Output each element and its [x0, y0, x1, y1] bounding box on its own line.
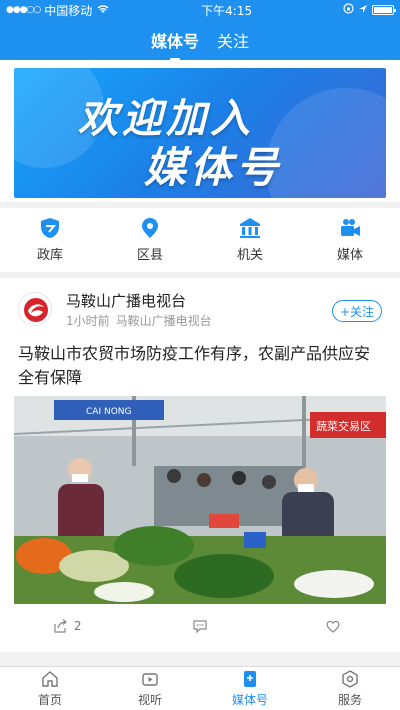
location-pin-icon [142, 218, 158, 238]
category-label: 区县 [136, 248, 163, 263]
status-bar: ●●●○○ 中国移动 下午4:15 [0, 0, 400, 20]
bottom-tab-label: 视听 [137, 693, 162, 707]
share-icon [54, 619, 67, 633]
battery-icon [371, 5, 396, 15]
carrier-name: 中国移动 [44, 3, 93, 18]
category-nav: 政库 区县 机关 媒体 [0, 208, 400, 272]
media-account-icon [244, 671, 256, 687]
comment-button[interactable] [133, 618, 266, 634]
tv-icon [142, 673, 158, 686]
tab-follow[interactable]: 关注 [217, 28, 249, 58]
category-item-policy[interactable]: 政库 [0, 208, 100, 272]
post-actions: 2 [0, 612, 400, 640]
feed-card[interactable]: 马鞍山广播电视台 1小时前 马鞍山广播电视台 +关注 马鞍山市农贸市场防疫工作有序… [0, 278, 400, 652]
category-label: 机关 [236, 248, 263, 263]
heart-icon [326, 620, 340, 633]
banner-section: 欢迎加入 媒体号 [0, 60, 400, 202]
category-label: 政库 [36, 248, 63, 263]
author-name[interactable]: 马鞍山广播电视台 [66, 290, 186, 311]
bottom-tab-label: 服务 [337, 693, 362, 707]
bottom-tab-service[interactable]: 服务 [300, 667, 400, 710]
banner-decoration [266, 88, 386, 198]
category-label: 媒体 [336, 248, 363, 263]
location-arrow-icon [358, 3, 368, 17]
share-button[interactable]: 2 [0, 618, 133, 634]
share-count: 2 [73, 619, 82, 633]
home-icon [42, 671, 58, 687]
signal-icon: ●●●○○ [6, 5, 41, 15]
category-item-agency[interactable]: 机关 [200, 208, 300, 272]
follow-button[interactable]: +关注 [332, 300, 382, 322]
top-header: ●●●○○ 中国移动 下午4:15 媒体号 关注 [0, 0, 400, 61]
video-camera-icon [341, 219, 360, 236]
banner-line-2: 媒体号 [144, 143, 283, 192]
post-headline[interactable]: 马鞍山市农贸市场防疫工作有序，农副产品供应安全有保障 [18, 342, 382, 390]
category-item-media[interactable]: 媒体 [300, 208, 400, 272]
post-meta: 1小时前 马鞍山广播电视台 [66, 312, 218, 329]
welcome-banner[interactable]: 欢迎加入 媒体号 [14, 68, 386, 198]
like-button[interactable] [267, 618, 400, 634]
building-icon [240, 218, 260, 238]
header-tabs: 媒体号 关注 [0, 28, 400, 61]
author-row: 马鞍山广播电视台 1小时前 马鞍山广播电视台 +关注 [18, 290, 382, 334]
clock-time: 下午4:15 [201, 3, 253, 18]
avatar[interactable] [18, 292, 52, 326]
market-sign-right: 蔬菜交易区 [316, 419, 371, 433]
bottom-tab-home[interactable]: 首页 [0, 667, 100, 710]
bottom-tab-media-account[interactable]: 媒体号 [200, 667, 300, 710]
comment-icon [193, 620, 207, 634]
post-source: 马鞍山广播电视台 [115, 314, 212, 328]
wifi-icon [96, 3, 110, 17]
tab-media-account[interactable]: 媒体号 [151, 28, 199, 61]
shield-icon [41, 218, 59, 238]
category-item-district[interactable]: 区县 [100, 208, 200, 272]
bottom-tab-av[interactable]: 视听 [100, 667, 200, 710]
orientation-lock-icon [343, 3, 354, 17]
service-icon [342, 670, 358, 688]
bottom-tab-label: 媒体号 [231, 693, 268, 707]
post-time: 1小时前 [66, 314, 110, 328]
bottom-tab-label: 首页 [37, 693, 62, 707]
market-sign-left: CAI NONG [86, 407, 132, 417]
post-photo[interactable]: CAI NONG 蔬菜交易区 [14, 396, 386, 604]
bottom-tab-bar: 首页 视听 媒体号 服务 [0, 666, 400, 710]
